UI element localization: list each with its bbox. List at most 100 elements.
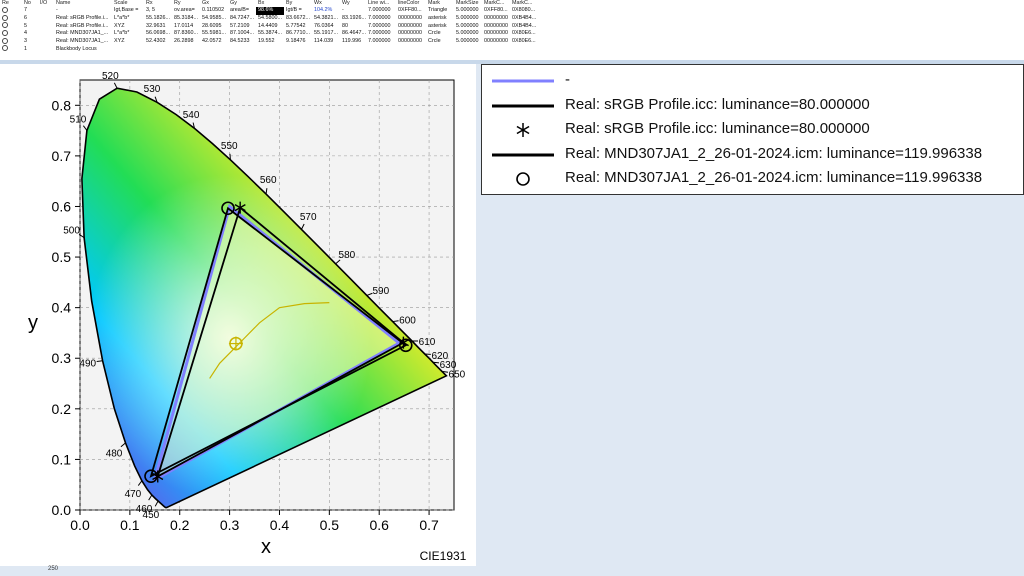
table-cell[interactable]: 32.9631 bbox=[144, 22, 172, 30]
table-cell[interactable] bbox=[366, 45, 396, 53]
table-cell[interactable]: 26.2898 bbox=[172, 38, 200, 46]
table-cell[interactable] bbox=[172, 45, 200, 53]
column-header[interactable]: By bbox=[284, 0, 312, 7]
table-row[interactable]: 5 Real: sRGB Profile.i... XYZ 32.9631 17.011… bbox=[0, 22, 538, 30]
table-cell[interactable]: 7.000000 bbox=[366, 22, 396, 30]
row-radio[interactable] bbox=[2, 37, 8, 44]
table-cell[interactable]: Igt,Base = bbox=[112, 7, 144, 15]
table-row[interactable]: 6 Real: sRGB Profile.i... L*a*b* 55.1826...… bbox=[0, 14, 538, 23]
table-cell[interactable]: 7.000000 bbox=[366, 15, 396, 23]
table-row[interactable]: 3 Real: MND307JA1_... XYZ 52.4302 26.2898 42.… bbox=[0, 37, 538, 46]
table-cell[interactable]: 14.4409 bbox=[256, 22, 284, 30]
table-cell[interactable]: 5 bbox=[22, 22, 38, 30]
column-header[interactable]: MarkC... bbox=[482, 0, 510, 7]
table-cell[interactable] bbox=[312, 45, 340, 53]
table-cell[interactable]: 0XFF80... bbox=[396, 7, 426, 15]
table-cell[interactable]: 28.6095 bbox=[200, 22, 228, 30]
column-header[interactable]: Scale bbox=[112, 0, 144, 7]
table-cell[interactable] bbox=[426, 45, 454, 53]
table-cell[interactable]: asterisk bbox=[426, 15, 454, 23]
table-cell[interactable]: 87.1004... bbox=[228, 30, 256, 38]
table-cell[interactable] bbox=[38, 7, 54, 15]
table-cell[interactable] bbox=[510, 45, 538, 53]
table-cell[interactable]: 54.3821... bbox=[312, 15, 340, 23]
table-cell[interactable]: 54.5800... bbox=[256, 15, 284, 23]
table-cell[interactable]: Igt/B = bbox=[284, 7, 312, 15]
table-cell[interactable] bbox=[0, 22, 22, 30]
table-cell[interactable]: Crcle bbox=[426, 30, 454, 38]
table-cell[interactable]: 0.110502 bbox=[200, 7, 228, 15]
column-header[interactable]: Gx bbox=[200, 0, 228, 7]
column-header[interactable]: Wy bbox=[340, 0, 366, 7]
series-table[interactable]: Re No I/O Name Scale Rx Ry Gx Gy Bx By Wx Wy Line wi.… bbox=[0, 0, 538, 53]
table-cell[interactable]: area/B= bbox=[228, 7, 256, 15]
table-cell[interactable]: 19.552 bbox=[256, 38, 284, 46]
table-cell[interactable]: 83.6672... bbox=[284, 15, 312, 23]
table-cell[interactable] bbox=[38, 22, 54, 30]
table-cell[interactable]: 3, 5 bbox=[144, 7, 172, 15]
table-row[interactable]: 7 - Igt,Base = 3, 5 ov.area= 0.110502 area/B= 9… bbox=[0, 7, 538, 15]
table-cell[interactable]: 7.000000 bbox=[366, 38, 396, 46]
table-cell[interactable]: 54.9585... bbox=[200, 15, 228, 23]
row-radio[interactable] bbox=[2, 30, 8, 37]
row-radio[interactable] bbox=[2, 22, 8, 29]
table-cell[interactable] bbox=[0, 7, 22, 15]
table-cell[interactable]: 5.000000 bbox=[454, 7, 482, 15]
table-cell[interactable]: 87.8360... bbox=[172, 30, 200, 38]
data-grid[interactable]: Re No I/O Name Scale Rx Ry Gx Gy Bx By Wx Wy Line wi.… bbox=[0, 0, 1024, 61]
table-cell[interactable]: Real: sRGB Profile.i... bbox=[54, 15, 112, 23]
column-header[interactable]: Ry bbox=[172, 0, 200, 7]
table-cell[interactable]: 1 bbox=[22, 45, 38, 53]
row-radio[interactable] bbox=[2, 14, 8, 21]
column-header[interactable]: Rx bbox=[144, 0, 172, 7]
table-cell[interactable] bbox=[200, 45, 228, 53]
table-cell[interactable] bbox=[0, 14, 22, 23]
table-cell[interactable]: 7 bbox=[22, 7, 38, 15]
column-header[interactable]: Gy bbox=[228, 0, 256, 7]
table-cell[interactable] bbox=[256, 45, 284, 53]
table-cell[interactable]: 9.18476 bbox=[284, 38, 312, 46]
table-cell[interactable] bbox=[396, 45, 426, 53]
table-cell[interactable]: 80 bbox=[340, 22, 366, 30]
column-header[interactable]: Mark bbox=[426, 0, 454, 7]
table-cell[interactable]: 114.039 bbox=[312, 38, 340, 46]
table-cell[interactable]: 0XB4B4... bbox=[510, 22, 538, 30]
table-cell[interactable]: 00000000 bbox=[396, 30, 426, 38]
table-cell[interactable] bbox=[38, 38, 54, 46]
table-cell[interactable]: 0XFF80... bbox=[482, 7, 510, 15]
table-cell[interactable] bbox=[482, 45, 510, 53]
table-cell[interactable]: 6 bbox=[22, 15, 38, 23]
column-header[interactable]: lineColor bbox=[396, 0, 426, 7]
table-cell[interactable]: 00000000 bbox=[396, 38, 426, 46]
table-cell[interactable]: Real: MND307JA1_... bbox=[54, 38, 112, 46]
table-cell[interactable]: L*a*b* bbox=[112, 15, 144, 23]
table-cell[interactable] bbox=[112, 45, 144, 53]
column-header[interactable]: Wx bbox=[312, 0, 340, 7]
table-cell[interactable]: 84.7247... bbox=[228, 15, 256, 23]
table-cell[interactable]: 86.7710... bbox=[284, 30, 312, 38]
column-header[interactable]: No bbox=[22, 0, 38, 7]
column-header[interactable]: MarkC... bbox=[510, 0, 538, 7]
table-cell[interactable]: 83.1926... bbox=[340, 15, 366, 23]
table-cell[interactable]: 17.0114 bbox=[172, 22, 200, 30]
table-cell[interactable]: - bbox=[340, 7, 366, 15]
table-cell[interactable]: 104.2% bbox=[312, 7, 340, 15]
table-cell[interactable]: 4 bbox=[22, 30, 38, 38]
table-row[interactable]: 1 Blackbody Locus bbox=[0, 45, 538, 53]
table-cell[interactable] bbox=[144, 45, 172, 53]
table-cell[interactable]: 57.2109 bbox=[228, 22, 256, 30]
table-cell[interactable]: 52.4302 bbox=[144, 38, 172, 46]
table-cell[interactable]: 55.3874... bbox=[256, 30, 284, 38]
table-cell[interactable]: 5.000000 bbox=[454, 38, 482, 46]
column-header[interactable]: Name bbox=[54, 0, 112, 7]
table-cell[interactable]: 00000000 bbox=[396, 22, 426, 30]
table-cell[interactable]: 86.4647... bbox=[340, 30, 366, 38]
table-cell[interactable]: ov.area= bbox=[172, 7, 200, 15]
table-cell[interactable]: 98.6% bbox=[256, 7, 284, 15]
table-cell[interactable]: 5.000000 bbox=[454, 30, 482, 38]
table-cell[interactable]: 0X80E6... bbox=[510, 38, 538, 46]
table-cell[interactable]: 00000000 bbox=[482, 22, 510, 30]
table-cell[interactable] bbox=[0, 37, 22, 46]
table-cell[interactable]: 00000000 bbox=[396, 15, 426, 23]
table-cell[interactable]: 85.3184... bbox=[172, 15, 200, 23]
